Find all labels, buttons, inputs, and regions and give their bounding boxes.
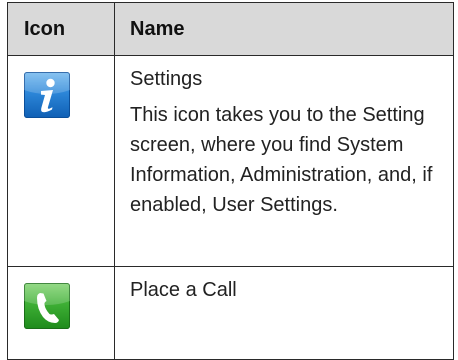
icon-cell [7,55,115,267]
header-icon: Icon [7,2,115,56]
table-header-row: Icon Name [7,2,454,56]
row-description: This icon takes you to the Setting scree… [130,104,433,216]
header-name: Name [114,2,454,56]
row-title: Place a Call [130,279,237,301]
table-row: Settings This icon takes you to the Sett… [7,55,454,267]
icon-cell [7,266,115,360]
row-title: Settings [130,68,203,90]
info-icon [24,72,70,118]
phone-icon [24,283,70,329]
icon-reference-table: Icon Name Settings This icon takes you t… [7,2,454,360]
name-cell: Settings This icon takes you to the Sett… [114,55,454,267]
table-row: Place a Call [7,266,454,360]
name-cell: Place a Call [114,266,454,360]
